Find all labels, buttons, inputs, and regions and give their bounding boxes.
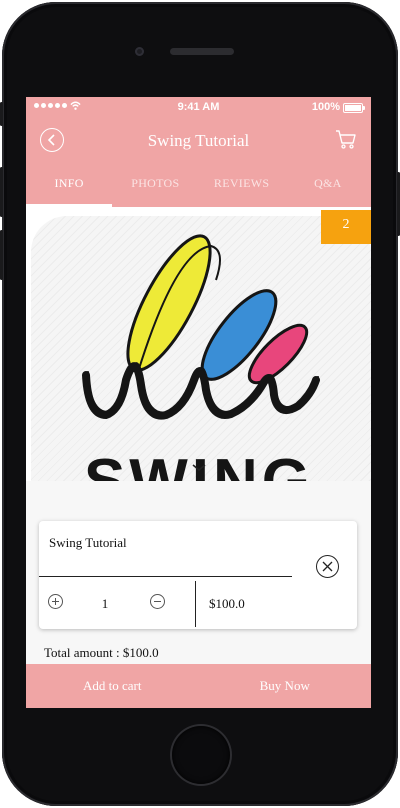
remove-item-button[interactable] xyxy=(316,555,339,578)
mute-switch xyxy=(0,102,3,126)
tab-bar: INFO PHOTOS REVIEWS Q&A xyxy=(26,163,371,207)
item-title: Swing Tutorial xyxy=(49,535,127,550)
battery-icon xyxy=(343,103,365,113)
speaker-grille xyxy=(170,48,234,55)
cart-item-card: Swing Tutorial 1 $100.0 xyxy=(39,521,357,629)
home-button[interactable] xyxy=(172,726,230,784)
nav-bar: Swing Tutorial xyxy=(26,117,371,163)
divider xyxy=(195,581,196,627)
plus-icon[interactable] xyxy=(48,594,63,609)
page-title: Swing Tutorial xyxy=(147,131,250,150)
swing-logo: SWING xyxy=(82,234,320,482)
quantity-price-row: 1 $100.0 xyxy=(39,581,357,627)
app-screen: 9:41 AM 100% Swing Tutorial INFO PHOTOS … xyxy=(26,97,371,708)
cart-icon[interactable] xyxy=(335,128,357,150)
product-image: SWING 2 xyxy=(26,210,371,482)
buy-now-button[interactable]: Buy Now xyxy=(199,664,372,708)
tab-qa[interactable]: Q&A xyxy=(285,163,371,207)
tab-photos[interactable]: PHOTOS xyxy=(112,163,198,207)
item-price: $100.0 xyxy=(209,596,245,611)
quantity-value: 1 xyxy=(101,596,109,611)
minus-icon[interactable] xyxy=(150,594,165,609)
add-to-cart-button[interactable]: Add to cart xyxy=(26,664,199,708)
image-count-badge: 2 xyxy=(321,210,371,244)
chevron-down-icon[interactable] xyxy=(192,464,206,472)
status-bar: 9:41 AM 100% xyxy=(26,97,371,117)
battery-percentage: 100% xyxy=(311,101,340,113)
tab-info[interactable]: INFO xyxy=(26,163,113,207)
action-bar: Add to cart Buy Now xyxy=(26,664,371,708)
divider xyxy=(39,576,292,577)
tab-reviews[interactable]: REVIEWS xyxy=(199,163,285,207)
total-amount: Total amount : $100.0 xyxy=(44,645,159,660)
front-camera xyxy=(135,47,144,56)
close-icon xyxy=(322,561,333,572)
volume-down-button xyxy=(0,230,3,280)
volume-up-button xyxy=(0,167,3,217)
